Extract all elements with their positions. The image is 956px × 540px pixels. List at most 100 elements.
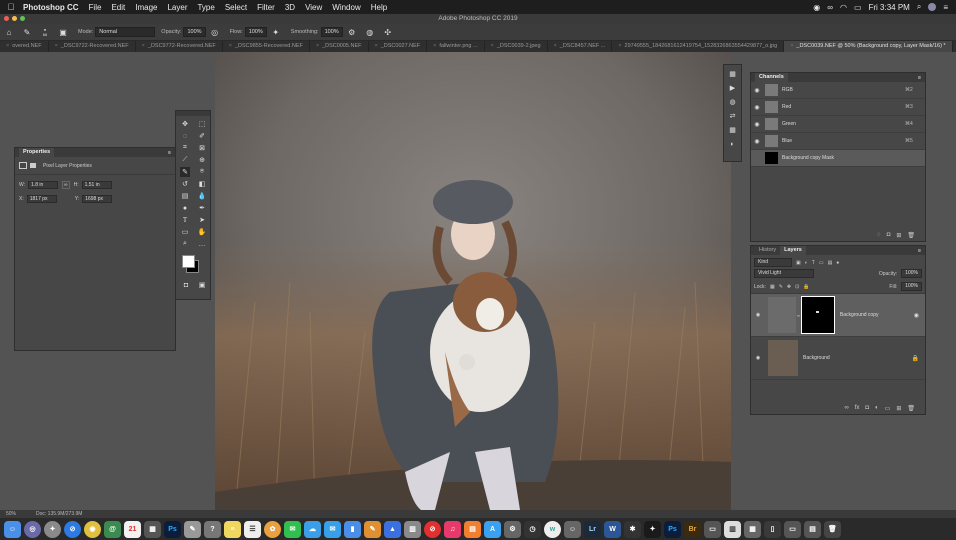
books-icon[interactable]: ▤ xyxy=(464,520,481,538)
width-input[interactable]: 1.8 in xyxy=(28,181,59,189)
menu-image[interactable]: Image xyxy=(135,3,157,12)
blur-tool-icon[interactable]: 💧 xyxy=(197,191,207,201)
menu-view[interactable]: View xyxy=(305,3,322,12)
lock-position-icon[interactable]: ✥ xyxy=(787,284,791,290)
zoom-level[interactable]: 50% xyxy=(6,511,16,517)
menu-help[interactable]: Help xyxy=(371,3,387,12)
close-tab-icon[interactable]: × xyxy=(229,43,232,49)
new-channel-icon[interactable]: ⊞ xyxy=(896,232,901,241)
move-tool-icon[interactable]: ✥ xyxy=(180,119,190,129)
channel-row[interactable]: ◉ Red ⌘3 xyxy=(751,99,925,116)
doc-size[interactable]: Doc: 135.9M/273.9M xyxy=(36,511,82,517)
more-tools-icon[interactable]: … xyxy=(197,239,207,249)
numbers-icon[interactable]: ▮ xyxy=(344,520,361,538)
finder-app-icon[interactable]: ☺ xyxy=(564,520,581,538)
preview-icon[interactable]: ▥ xyxy=(404,520,421,538)
flow-input[interactable]: 100% xyxy=(244,27,267,37)
news-icon[interactable]: ⊘ xyxy=(424,520,441,538)
actions-panel-icon[interactable]: ▶ xyxy=(728,83,738,93)
eye-icon[interactable]: ◉ xyxy=(751,355,765,361)
downloads-icon[interactable]: ▤ xyxy=(804,520,821,538)
hand-tool-icon[interactable]: ✋ xyxy=(197,227,207,237)
channel-row-selected[interactable]: Background copy Mask xyxy=(751,150,925,167)
spotlight-icon[interactable]: ⌕ xyxy=(917,2,921,12)
music-icon[interactable]: ♫ xyxy=(444,520,461,538)
marquee-tool-icon[interactable]: ⬚ xyxy=(197,119,207,129)
opacity-input[interactable]: 100% xyxy=(183,27,206,37)
document-tab[interactable]: × overed.NEF xyxy=(0,41,49,52)
eyedropper-tool-icon[interactable]: ⟋ xyxy=(180,155,190,165)
type-tool-icon[interactable]: T xyxy=(180,215,190,225)
close-tab-icon[interactable]: × xyxy=(55,43,58,49)
adjustment-layer-icon[interactable]: ◐ xyxy=(875,405,879,414)
system-preferences-icon[interactable]: ⚙ xyxy=(504,520,521,538)
channel-row[interactable]: ◉ Blue ⌘5 xyxy=(751,133,925,150)
help-icon[interactable]: ? xyxy=(204,520,221,538)
load-selection-icon[interactable]: ◌ xyxy=(877,232,881,241)
photoshop-icon[interactable]: Ps xyxy=(164,520,181,538)
filter-adjust-icon[interactable]: ◐ xyxy=(805,260,808,266)
properties-title[interactable]: Properties xyxy=(19,148,55,157)
apple-menu-icon[interactable]:  xyxy=(4,2,18,12)
gradient-tool-icon[interactable]: ▤ xyxy=(180,191,190,201)
document-tab[interactable]: × _DSC0005.NEF xyxy=(310,41,369,52)
document-tab[interactable]: × fallwinter.png ... xyxy=(427,41,485,52)
delete-layer-icon[interactable]: 🗑 xyxy=(907,405,915,414)
filter-type-icon[interactable]: T xyxy=(812,260,815,266)
contacts-icon[interactable]: @ xyxy=(104,520,121,538)
photoshop-icon-2[interactable]: Ps xyxy=(664,520,681,538)
quick-select-tool-icon[interactable]: ✐ xyxy=(197,131,207,141)
symmetry-icon[interactable]: ✣ xyxy=(382,26,394,38)
tab-channels[interactable]: Channels xyxy=(755,73,788,82)
color-panel-icon[interactable]: ◍ xyxy=(728,97,738,107)
home-icon[interactable]: ⌂ xyxy=(3,26,15,38)
mask-icon[interactable] xyxy=(30,163,36,168)
word-icon[interactable]: W xyxy=(604,520,621,538)
close-tab-icon[interactable]: × xyxy=(142,43,145,49)
dodge-tool-icon[interactable]: ● xyxy=(180,203,190,213)
menu-filter[interactable]: Filter xyxy=(257,3,275,12)
document-tab[interactable]: × _DSC8457.NEF ... xyxy=(548,41,613,52)
app-store-icon[interactable]: A xyxy=(484,520,501,538)
star-app-icon[interactable]: ✦ xyxy=(644,520,661,538)
launchpad-icon[interactable]: ✦ xyxy=(44,520,61,538)
chrome-icon[interactable]: ◉ xyxy=(84,520,101,538)
document-tab[interactable]: × _DSC0027.NEF xyxy=(369,41,428,52)
crop-tool-icon[interactable]: ⌗ xyxy=(180,143,190,153)
menu-type[interactable]: Type xyxy=(197,3,214,12)
photos-icon[interactable]: ▦ xyxy=(144,520,161,538)
height-input[interactable]: 1.51 in xyxy=(81,181,112,189)
document-icon[interactable]: ▥ xyxy=(724,520,741,538)
brush-settings-icon[interactable]: ▣ xyxy=(57,26,69,38)
link-layers-icon[interactable]: ∞ xyxy=(844,405,848,414)
zoom-tool-icon[interactable]: ⌕ xyxy=(180,239,190,249)
photos-app-icon[interactable]: ✿ xyxy=(264,520,281,538)
eye-icon[interactable]: ◉ xyxy=(751,312,765,318)
new-group-icon[interactable]: ▭ xyxy=(885,405,891,414)
history-brush-icon[interactable]: ↺ xyxy=(180,179,190,189)
close-tab-icon[interactable]: × xyxy=(433,43,436,49)
filter-toggle-icon[interactable]: ● xyxy=(836,260,839,266)
size-pressure-icon[interactable]: ◍ xyxy=(364,26,376,38)
path-select-icon[interactable]: ➤ xyxy=(197,215,207,225)
close-tab-icon[interactable]: × xyxy=(618,43,621,49)
battery-icon[interactable]: ▭ xyxy=(854,3,862,12)
tab-history[interactable]: History xyxy=(755,246,780,255)
new-layer-icon[interactable]: ⊞ xyxy=(896,405,901,414)
swatches-panel-icon[interactable]: ▦ xyxy=(728,125,738,135)
fx-icon[interactable]: fx xyxy=(855,405,860,414)
channel-row[interactable]: ◉ Green ⌘4 xyxy=(751,116,925,133)
shape-tool-icon[interactable]: ▭ xyxy=(180,227,190,237)
brush-size-picker[interactable]: ● 66 xyxy=(39,26,51,38)
blend-mode-select[interactable]: Vivid Light xyxy=(754,269,814,278)
filter-smart-icon[interactable]: ▤ xyxy=(828,260,833,266)
quick-mask-icon[interactable]: ◘ xyxy=(181,280,191,290)
lock-image-icon[interactable]: ✎ xyxy=(779,284,783,290)
close-tab-icon[interactable]: × xyxy=(6,43,9,49)
pages-icon[interactable]: ✎ xyxy=(364,520,381,538)
stamp-tool-icon[interactable]: ⍟ xyxy=(197,167,207,177)
notes-icon[interactable]: ≡ xyxy=(224,520,241,538)
user-avatar[interactable] xyxy=(928,3,937,11)
color-swatches[interactable] xyxy=(182,252,210,274)
layer-filter-select[interactable]: Kind xyxy=(754,258,792,267)
